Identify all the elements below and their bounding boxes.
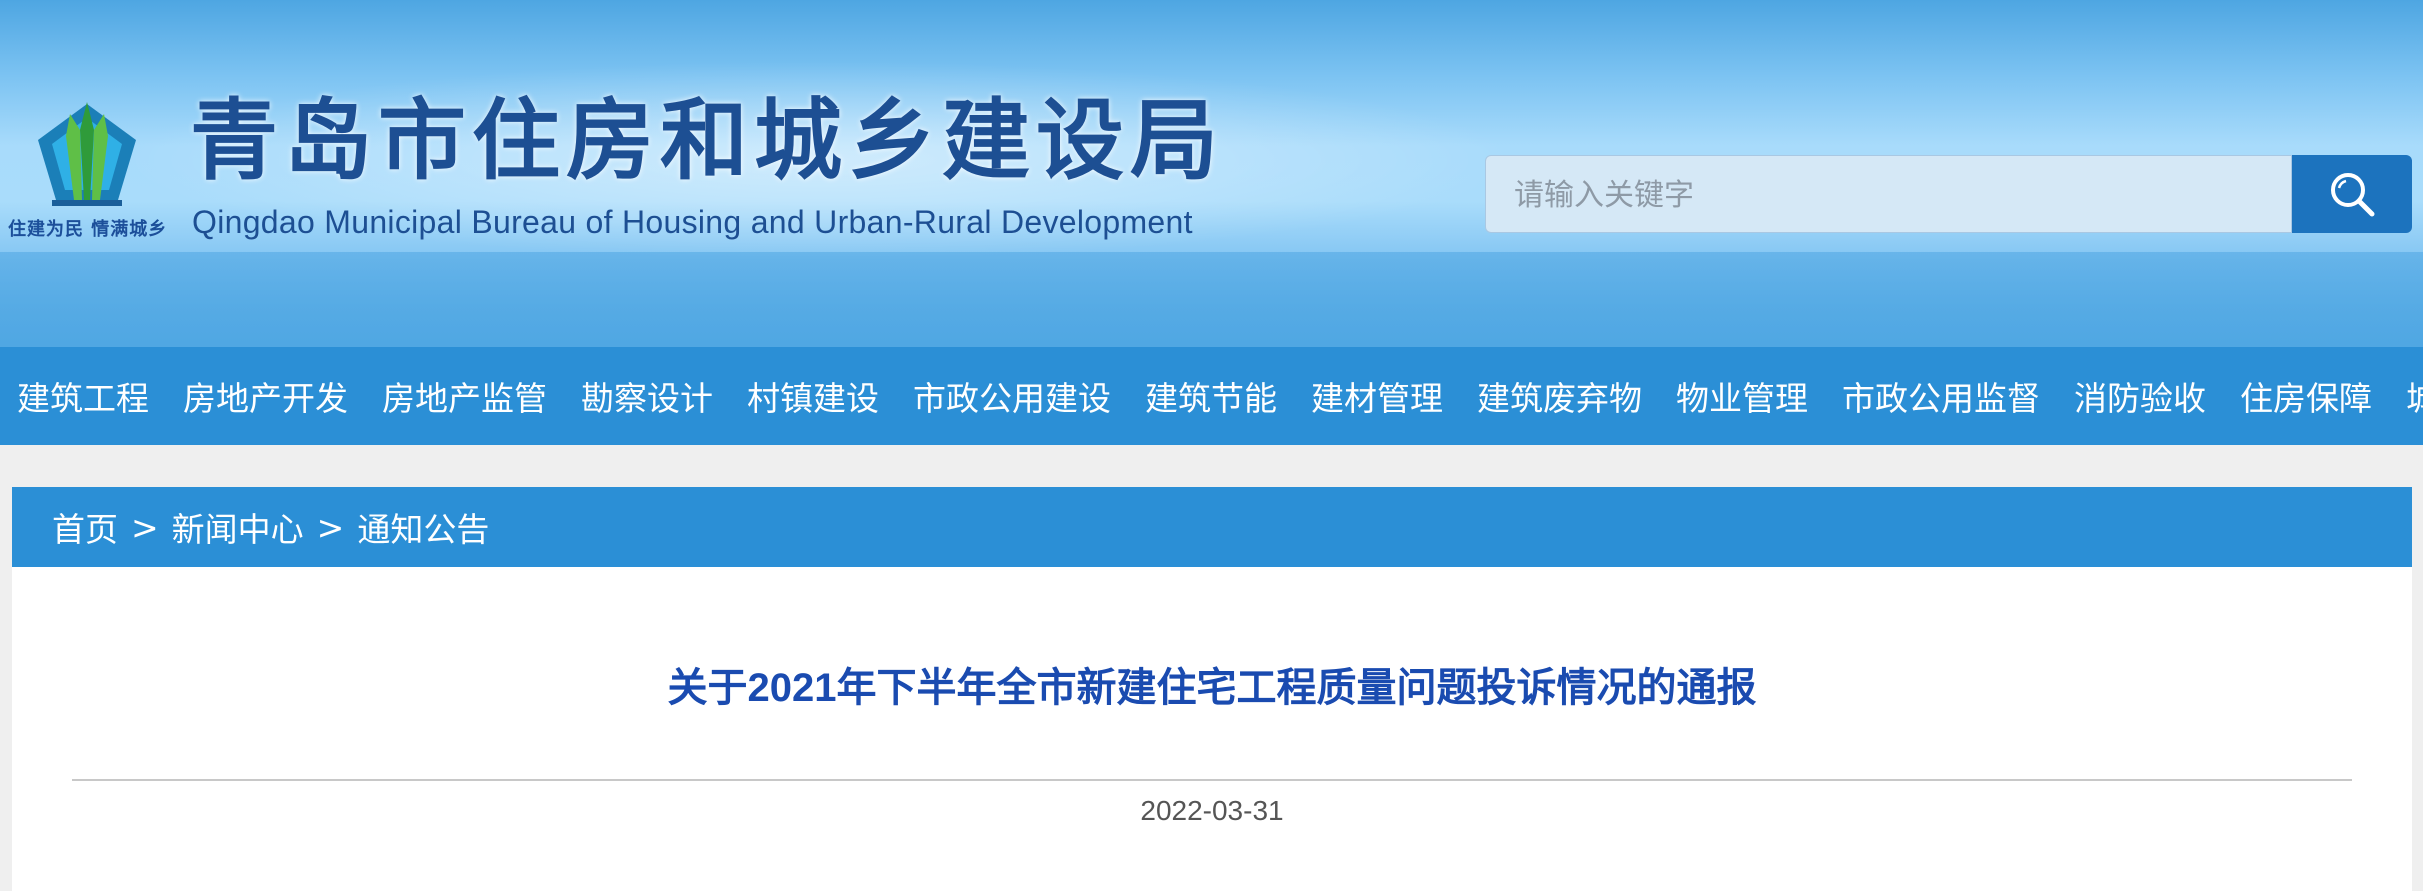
nav-item-urban-construction[interactable]: 城建 — [2389, 372, 2423, 420]
nav-item-housing-security[interactable]: 住房保障 — [2223, 372, 2389, 420]
nav-item-survey-design[interactable]: 勘察设计 — [564, 372, 730, 420]
article-title: 关于2021年下半年全市新建住宅工程质量问题投诉情况的通报 — [667, 666, 1757, 710]
nav-item-energy-saving[interactable]: 建筑节能 — [1128, 372, 1294, 420]
main-nav: 建筑工程 房地产开发 房地产监管 勘察设计 村镇建设 市政公用建设 建筑节能 建… — [0, 347, 2423, 445]
nav-item-real-estate-supervision[interactable]: 房地产监管 — [365, 372, 564, 420]
search-button[interactable] — [2292, 155, 2412, 233]
nav-item-construction-waste[interactable]: 建筑废弃物 — [1460, 372, 1659, 420]
breadcrumb-separator: > — [131, 507, 159, 547]
logo-slogan: 住建为民 情满城乡 — [8, 219, 168, 240]
nav-item-property-management[interactable]: 物业管理 — [1659, 372, 1825, 420]
search-input[interactable] — [1512, 156, 2276, 234]
article-date: 2022-03-31 — [1140, 795, 1284, 826]
nav-item-municipal-supervision[interactable]: 市政公用监督 — [1825, 372, 2057, 420]
nav-item-village-construction[interactable]: 村镇建设 — [730, 372, 896, 420]
breadcrumb-home[interactable]: 首页 — [52, 503, 118, 551]
site-header: 住建为民 情满城乡 青岛市住房和城乡建设局 Qingdao Municipal … — [0, 0, 2423, 347]
breadcrumb-news-center[interactable]: 新闻中心 — [172, 503, 304, 551]
nav-item-construction[interactable]: 建筑工程 — [0, 372, 166, 420]
breadcrumb-notices[interactable]: 通知公告 — [357, 503, 489, 551]
site-logo[interactable]: 住建为民 情满城乡 — [8, 100, 168, 240]
search-box — [1485, 155, 2292, 234]
breadcrumb-separator: > — [316, 507, 345, 547]
search-icon — [2331, 173, 2375, 217]
breadcrumb: 首页 > 新闻中心 > 通知公告 — [12, 487, 2412, 567]
nav-item-real-estate-dev[interactable]: 房地产开发 — [166, 372, 365, 420]
header-band — [0, 252, 2423, 347]
article-panel: 关于2021年下半年全市新建住宅工程质量问题投诉情况的通报 2022-03-31 — [12, 567, 2412, 891]
nav-list: 建筑工程 房地产开发 房地产监管 勘察设计 村镇建设 市政公用建设 建筑节能 建… — [0, 347, 2423, 445]
site-title: 青岛市住房和城乡建设局 — [190, 88, 1225, 192]
nav-item-materials[interactable]: 建材管理 — [1294, 372, 1460, 420]
logo-emblem-icon — [38, 102, 136, 206]
title-divider — [72, 779, 2352, 781]
nav-item-fire-acceptance[interactable]: 消防验收 — [2057, 372, 2223, 420]
site-subtitle: Qingdao Municipal Bureau of Housing and … — [192, 204, 1193, 240]
nav-item-municipal-construction[interactable]: 市政公用建设 — [896, 372, 1128, 420]
